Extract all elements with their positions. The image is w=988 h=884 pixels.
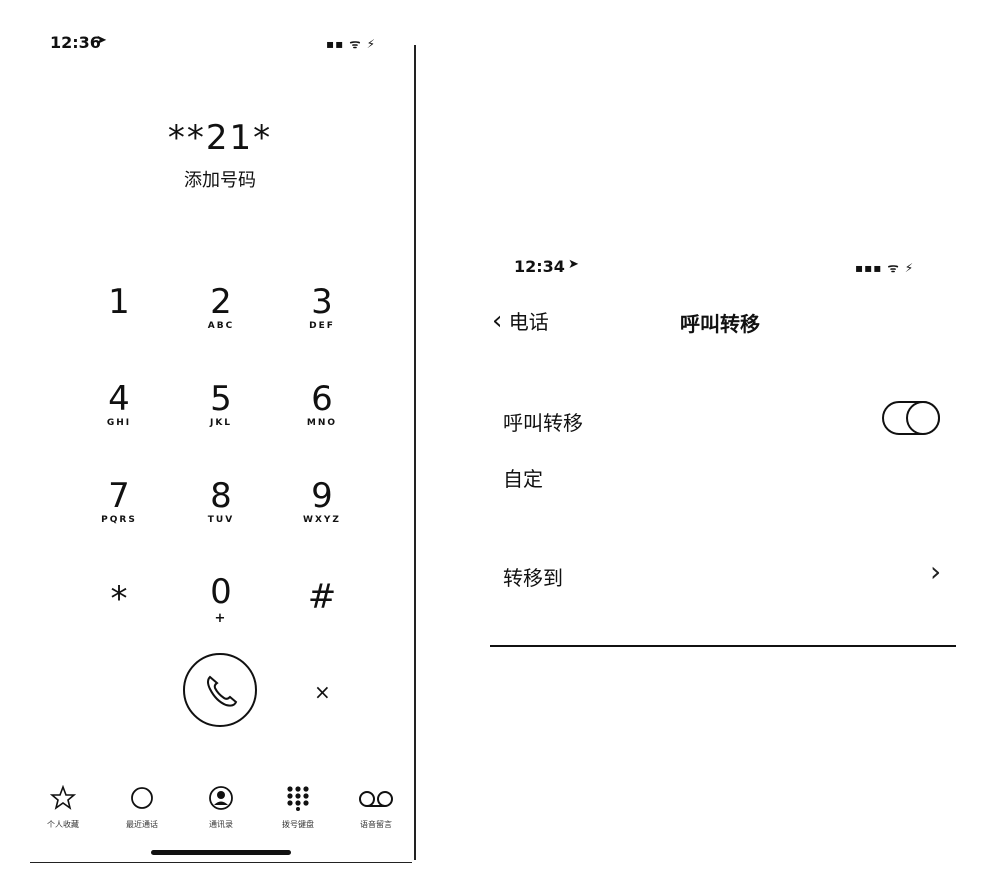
key-6[interactable]: 6 MNO xyxy=(277,380,367,460)
key-hash[interactable]: # xyxy=(277,578,367,658)
bottom-line xyxy=(30,862,412,863)
back-button[interactable]: ‹ 电话 xyxy=(492,306,549,336)
key-9[interactable]: 9 WXYZ xyxy=(277,477,367,557)
forward-to-label: 转移到 xyxy=(503,566,563,590)
key-letters: ABC xyxy=(207,321,235,331)
star-icon xyxy=(49,784,77,810)
forward-to-row[interactable]: 转移到 › xyxy=(490,545,956,601)
key-digit: 1 xyxy=(108,282,130,322)
status-time: 12:36 xyxy=(50,33,101,52)
key-1[interactable]: 1 xyxy=(74,283,164,363)
tab-favorites[interactable]: 个人收藏 xyxy=(28,784,98,830)
key-7[interactable]: 7 PQRS xyxy=(74,477,164,557)
key-digit: 5 xyxy=(210,379,232,419)
tab-label: 通讯录 xyxy=(209,820,233,829)
call-forwarding-label: 呼叫转移 xyxy=(503,411,583,435)
key-digit: 2 xyxy=(210,282,232,322)
call-button[interactable] xyxy=(183,653,257,727)
toggle-knob xyxy=(906,401,940,435)
page-title: 呼叫转移 xyxy=(680,312,760,336)
tab-label: 最近通话 xyxy=(126,820,158,829)
key-3[interactable]: 3 DEF xyxy=(277,283,367,363)
person-icon xyxy=(209,786,233,810)
key-letters: GHI xyxy=(106,418,132,428)
status-icons: ▪▪ ᯤ ⚡ xyxy=(326,37,377,51)
key-5[interactable]: 5 JKL xyxy=(176,380,266,460)
tab-label: 拨号键盘 xyxy=(282,820,314,829)
key-letters: TUV xyxy=(207,515,235,525)
key-digit: 0 xyxy=(210,572,232,612)
location-arrow-icon: ➤ xyxy=(568,257,579,272)
key-0[interactable]: 0 + xyxy=(176,573,266,653)
call-forwarding-toggle[interactable] xyxy=(882,401,940,435)
back-label: 电话 xyxy=(508,310,549,334)
key-letters: DEF xyxy=(309,321,335,331)
custom-label: 自定 xyxy=(503,467,543,491)
tab-recents[interactable]: 最近通话 xyxy=(107,785,177,830)
key-digit: 8 xyxy=(210,476,232,516)
tab-label: 个人收藏 xyxy=(47,820,79,829)
key-star[interactable]: * xyxy=(74,580,164,660)
keypad-icon xyxy=(287,786,309,811)
phone-icon xyxy=(207,675,238,707)
tab-keypad[interactable]: 拨号键盘 xyxy=(263,785,333,830)
key-2[interactable]: 2 ABC xyxy=(176,283,266,363)
key-digit: * xyxy=(110,579,128,619)
key-digit: # xyxy=(307,577,337,617)
home-indicator[interactable] xyxy=(151,850,291,855)
location-arrow-icon: ➤ xyxy=(96,33,107,48)
chevron-right-icon: › xyxy=(930,555,942,588)
key-digit: 9 xyxy=(311,476,333,516)
status-icons: ▪▪▪ ᯤ ⚡ xyxy=(855,261,915,275)
tab-voicemail[interactable]: 语音留言 xyxy=(341,785,411,830)
key-digit: 3 xyxy=(311,282,333,322)
separator-line xyxy=(490,645,956,647)
delete-button[interactable]: × xyxy=(314,680,331,704)
status-time: 12:34 xyxy=(514,257,565,276)
clock-icon xyxy=(131,787,153,809)
key-letters: MNO xyxy=(306,418,338,428)
tab-label: 语音留言 xyxy=(360,820,392,829)
dialed-number: **21* xyxy=(167,118,273,158)
key-digit: 7 xyxy=(108,476,130,516)
key-letters: PQRS xyxy=(101,515,137,525)
add-number-link[interactable]: 添加号码 xyxy=(0,166,440,192)
chevron-left-icon: ‹ xyxy=(492,306,503,336)
key-8[interactable]: 8 TUV xyxy=(176,477,266,557)
tab-contacts[interactable]: 通讯录 xyxy=(186,785,256,830)
key-letters: JKL xyxy=(209,418,233,428)
key-digit: 6 xyxy=(311,379,333,419)
key-digit: 4 xyxy=(108,379,130,419)
key-4[interactable]: 4 GHI xyxy=(74,380,164,460)
voicemail-icon xyxy=(359,791,393,807)
key-letters: WXYZ xyxy=(303,515,341,525)
key-letters: + xyxy=(214,611,228,626)
